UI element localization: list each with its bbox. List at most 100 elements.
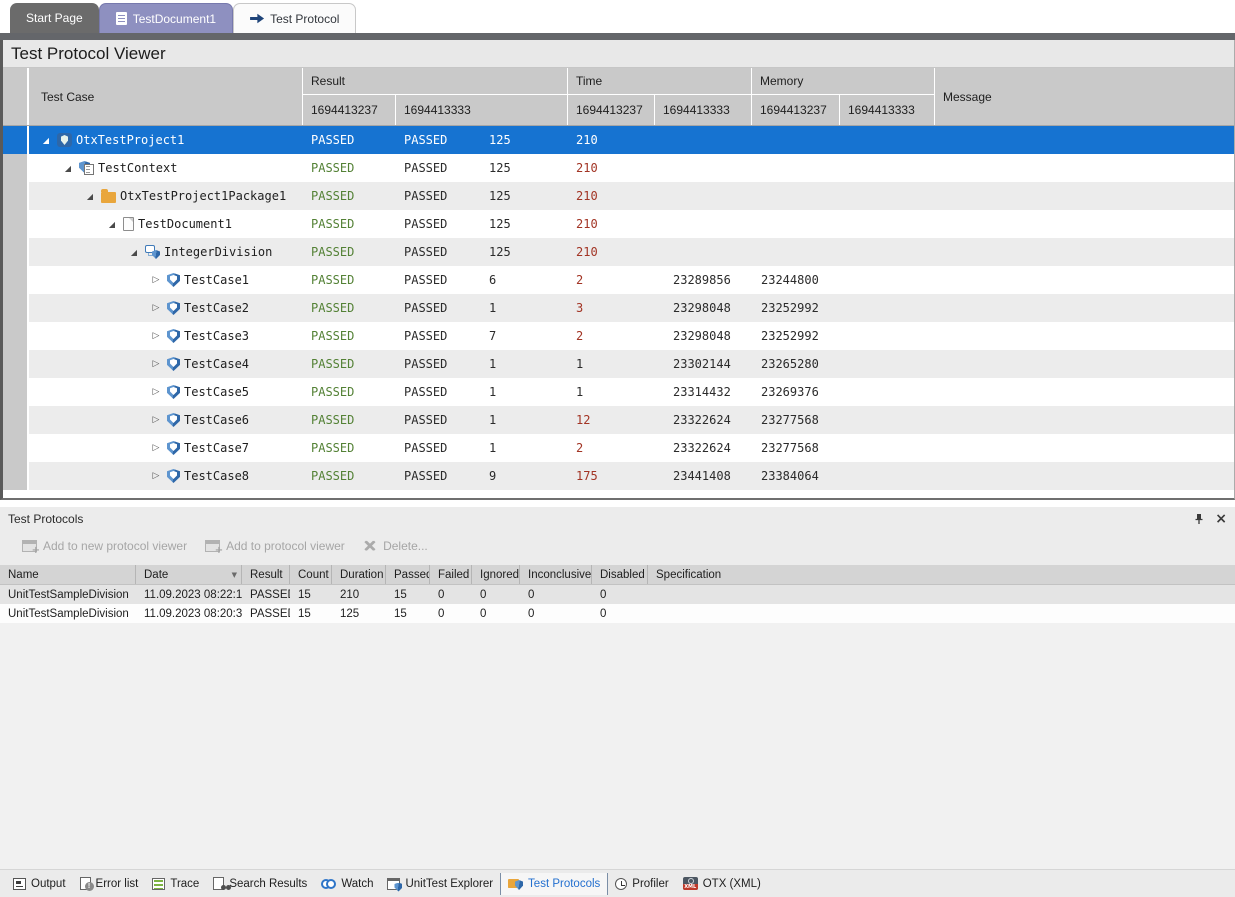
column-label: Ignored	[480, 569, 519, 581]
tree-row[interactable]: OtxTestProject1Package1PASSEDPASSED12521…	[3, 182, 1234, 210]
protocol-column-header[interactable]: Name	[0, 565, 136, 584]
expand-icon[interactable]	[149, 359, 163, 369]
add-to-new-protocol-viewer-button[interactable]: Add to new protocol viewer	[22, 539, 187, 553]
tool-window-tab-test-protocols[interactable]: Test Protocols	[500, 873, 608, 895]
tab-bar-strip	[0, 33, 1235, 40]
collapse-icon[interactable]	[83, 192, 97, 201]
protocol-column-header[interactable]: Passed	[386, 565, 430, 584]
protocol-cell: PASSED	[242, 589, 290, 601]
tree-row[interactable]: OtxTestProject1PASSEDPASSED125210	[3, 126, 1234, 154]
testcase-icon	[167, 329, 180, 343]
tree-row[interactable]: TestContextPASSEDPASSED125210	[3, 154, 1234, 182]
panel-splitter[interactable]	[0, 500, 1235, 507]
tab-label: Error list	[96, 878, 139, 890]
result-run2-cell: PASSED	[396, 238, 481, 266]
tool-window-tab-trace[interactable]: Trace	[145, 873, 206, 895]
protocol-column-header[interactable]: Count	[290, 565, 332, 584]
tree-row[interactable]: TestCase1PASSEDPASSED622328985623244800	[3, 266, 1234, 294]
protocol-column-header[interactable]: Disabled	[592, 565, 648, 584]
tool-window-tab-otx-xml[interactable]: OTX (XML)	[676, 873, 768, 895]
tab-testdocument1[interactable]: TestDocument1	[99, 3, 233, 33]
time-run1-cell: 1	[481, 434, 568, 462]
tool-window-tab-error-list[interactable]: Error list	[73, 873, 146, 895]
collapse-icon[interactable]	[61, 164, 75, 173]
protocol-column-header[interactable]: Result	[242, 565, 290, 584]
tool-window-tab-output[interactable]: Output	[6, 873, 73, 895]
test-case-cell: TestCase7	[29, 434, 303, 462]
tree-row[interactable]: IntegerDivisionPASSEDPASSED125210	[3, 238, 1234, 266]
protocol-column-header[interactable]: Failed	[430, 565, 472, 584]
tree-row[interactable]: TestCase5PASSEDPASSED112331443223269376	[3, 378, 1234, 406]
column-label: Passed	[394, 569, 430, 581]
protocols-table-rows: UnitTestSampleDivision11.09.2023 08:22:1…	[0, 585, 1235, 623]
test-case-label: OtxTestProject1	[76, 133, 184, 147]
expand-icon[interactable]	[149, 387, 163, 397]
add-to-protocol-viewer-button[interactable]: Add to protocol viewer	[205, 539, 345, 553]
tab-start-page[interactable]: Start Page	[10, 3, 99, 33]
protocol-row[interactable]: UnitTestSampleDivision11.09.2023 08:22:1…	[0, 585, 1235, 604]
protocol-column-header[interactable]: Date▼	[136, 565, 242, 584]
protocol-column-header[interactable]: Inconclusive	[520, 565, 592, 584]
time-run1-cell: 125	[481, 238, 568, 266]
output-icon	[13, 878, 26, 890]
tab-label: OTX (XML)	[703, 878, 761, 890]
tree-row[interactable]: TestDocument1PASSEDPASSED125210	[3, 210, 1234, 238]
expand-icon[interactable]	[149, 443, 163, 453]
tab-label: Test Protocol	[270, 12, 339, 26]
message-cell	[848, 182, 1234, 210]
protocol-cell: 11.09.2023 08:22:13	[136, 589, 242, 601]
tool-window-tab-profiler[interactable]: Profiler	[608, 873, 675, 895]
time-run2-cell: 210	[568, 154, 665, 182]
column-group-time: Time 1694413237 1694413333	[568, 68, 752, 125]
delete-icon	[363, 539, 377, 554]
time-run1-cell: 125	[481, 126, 568, 154]
row-gutter	[3, 126, 29, 154]
tab-test-protocol[interactable]: Test Protocol	[233, 3, 356, 33]
protocol-cell: 15	[290, 589, 332, 601]
collapse-icon[interactable]	[127, 248, 141, 257]
memory-run2-cell: 23252992	[753, 294, 848, 322]
expand-icon[interactable]	[149, 415, 163, 425]
collapse-icon[interactable]	[39, 136, 53, 145]
collapse-icon[interactable]	[105, 220, 119, 229]
row-gutter	[3, 322, 29, 350]
tree-row[interactable]: TestCase7PASSEDPASSED122332262423277568	[3, 434, 1234, 462]
protocol-column-header[interactable]: Specification	[648, 565, 748, 584]
tool-window-tab-search-results[interactable]: Search Results	[206, 873, 314, 895]
column-label: Memory	[752, 68, 934, 95]
tree-row[interactable]: TestCase3PASSEDPASSED722329804823252992	[3, 322, 1234, 350]
column-group-result: Result 1694413237 1694413333	[303, 68, 568, 125]
protocol-column-header[interactable]: Duration	[332, 565, 386, 584]
delete-button[interactable]: Delete...	[363, 539, 428, 554]
test-case-cell: TestCase6	[29, 406, 303, 434]
expand-icon[interactable]	[149, 331, 163, 341]
result-run2-cell: PASSED	[396, 266, 481, 294]
time-run2-cell: 175	[568, 462, 665, 490]
time-run2-cell: 2	[568, 322, 665, 350]
result-run1-cell: PASSED	[303, 434, 396, 462]
expand-icon[interactable]	[149, 471, 163, 481]
protocol-cell: 11.09.2023 08:20:37	[136, 608, 242, 620]
pin-icon[interactable]	[1193, 513, 1205, 525]
memory-run1-cell: 23441408	[665, 462, 753, 490]
expand-icon[interactable]	[149, 303, 163, 313]
tree-row[interactable]: TestCase8PASSEDPASSED9175234414082338406…	[3, 462, 1234, 490]
test-case-label: TestDocument1	[138, 217, 232, 231]
test-case-cell: TestCase2	[29, 294, 303, 322]
tree-row[interactable]: TestCase4PASSEDPASSED112330214423265280	[3, 350, 1234, 378]
protocol-row[interactable]: UnitTestSampleDivision11.09.2023 08:20:3…	[0, 604, 1235, 623]
tool-window-tab-watch[interactable]: Watch	[314, 873, 380, 895]
column-label: Duration	[340, 569, 383, 581]
tree-row[interactable]: TestCase2PASSEDPASSED132329804823252992	[3, 294, 1234, 322]
page-title: Test Protocol Viewer	[11, 44, 166, 64]
protocol-column-header[interactable]: Ignored	[472, 565, 520, 584]
protocol-cell: 15	[290, 608, 332, 620]
result-run1-cell: PASSED	[303, 294, 396, 322]
expand-icon[interactable]	[149, 275, 163, 285]
memory-run2-cell	[753, 126, 848, 154]
tree-row[interactable]: TestCase6PASSEDPASSED1122332262423277568	[3, 406, 1234, 434]
close-icon[interactable]: ×	[1215, 512, 1227, 526]
protocol-cell: 0	[592, 608, 648, 620]
tool-window-tab-unittest-explorer[interactable]: UnitTest Explorer	[380, 873, 500, 895]
test-case-label: TestCase1	[184, 273, 249, 287]
